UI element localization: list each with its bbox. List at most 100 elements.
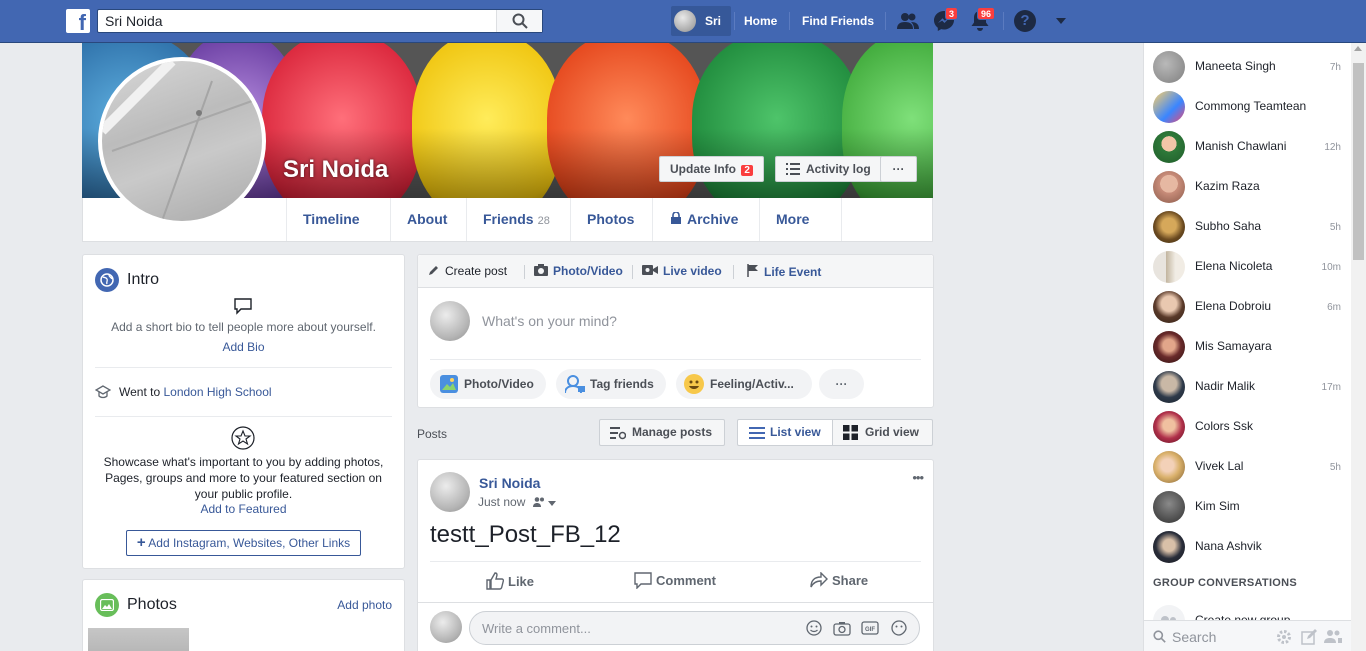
comment-placeholder: Write a comment... (482, 621, 591, 636)
graduation-cap-icon (94, 385, 112, 402)
chat-contact-name: Mis Samayara (1195, 339, 1272, 353)
profile-picture[interactable] (98, 57, 266, 225)
composer-more-button[interactable]: ··· (819, 369, 864, 399)
cover-more-button[interactable]: ··· (880, 156, 917, 182)
add-to-featured-link[interactable]: Add to Featured (83, 502, 404, 516)
nav-profile-link[interactable]: Sri (671, 6, 731, 36)
avatar[interactable] (430, 301, 470, 341)
chat-contact[interactable]: Kim Sim (1144, 487, 1352, 527)
photo-video-pill-label: Photo/Video (464, 377, 534, 391)
comment-input[interactable]: Write a comment... GIF (469, 611, 920, 645)
emoji-icon[interactable] (806, 620, 822, 636)
life-event-tab[interactable]: Life Event (747, 264, 821, 279)
profile-name[interactable]: Sri Noida (283, 156, 388, 184)
plus-icon: + (136, 534, 146, 551)
chat-contact[interactable]: Kazim Raza (1144, 167, 1352, 207)
search-input[interactable] (98, 10, 498, 32)
facebook-logo[interactable]: f (66, 9, 90, 33)
photo-thumbnail[interactable] (88, 628, 189, 651)
tag-friends-pill[interactable]: Tag friends (556, 369, 666, 399)
camera-icon[interactable] (833, 621, 851, 636)
share-button[interactable]: Share (810, 571, 868, 588)
tab-about[interactable]: About (390, 198, 466, 241)
manage-posts-button[interactable]: Manage posts (599, 419, 725, 446)
post-menu-button[interactable]: ••• (912, 470, 924, 485)
went-to-label: Went to (119, 385, 161, 399)
chat-contact[interactable]: Colors Ssk (1144, 407, 1352, 447)
audience-friends-icon[interactable] (532, 497, 557, 507)
school-link[interactable]: London High School (163, 385, 271, 399)
tab-friends[interactable]: Friends 28 (466, 198, 570, 241)
comment-button[interactable]: Comment (634, 572, 716, 590)
post-time[interactable]: Just now (478, 495, 525, 509)
update-info-button[interactable]: Update Info 2 (659, 156, 764, 182)
friends-count: 28 (537, 215, 550, 227)
search-icon (512, 13, 528, 29)
chat-contact[interactable]: Nadir Malik 17m (1144, 367, 1352, 407)
gif-icon[interactable]: GIF (861, 621, 879, 635)
post-author[interactable]: Sri Noida (479, 475, 540, 491)
divider (95, 416, 392, 417)
tab-archive[interactable]: Archive (652, 198, 759, 241)
account-menu-button[interactable] (1048, 8, 1074, 34)
list-view-button[interactable]: List view (737, 419, 833, 446)
tab-photos[interactable]: Photos (570, 198, 652, 241)
create-post-tab[interactable]: Create post (428, 264, 507, 278)
pencil-icon (429, 266, 438, 275)
like-button[interactable]: Like (486, 572, 534, 590)
search-button[interactable] (496, 10, 542, 32)
chat-contact[interactable]: Vivek Lal 5h (1144, 447, 1352, 487)
tab-more[interactable]: More (759, 198, 842, 267)
chat-contact[interactable]: Maneeta Singh 7h (1144, 47, 1352, 87)
smiley-icon (684, 374, 704, 394)
nav-home-link[interactable]: Home (736, 6, 785, 36)
chat-search-input[interactable]: Search (1172, 629, 1216, 645)
photo-video-tab[interactable]: Photo/Video (534, 264, 623, 278)
composer-tabs: Create post Photo/Video Live video Life … (418, 255, 933, 288)
chat-contact-name: Elena Dobroiu (1195, 299, 1272, 313)
chat-contact[interactable]: Nana Ashvik (1144, 527, 1352, 567)
avatar (1153, 451, 1185, 483)
chat-contact[interactable]: Subho Saha 5h (1144, 207, 1352, 247)
live-video-tab[interactable]: Live video (642, 264, 722, 278)
scroll-up-arrow[interactable] (1354, 46, 1362, 51)
chat-contact-name: Kazim Raza (1195, 179, 1260, 193)
grid-view-button[interactable]: Grid view (832, 419, 933, 446)
gear-icon[interactable] (1276, 629, 1292, 645)
add-bio-link[interactable]: Add Bio (83, 340, 404, 354)
intro-title: Intro (127, 271, 160, 288)
tag-friends-pill-label: Tag friends (590, 377, 654, 391)
chat-contact-time: 12h (1324, 142, 1341, 153)
create-post-label: Create post (445, 264, 508, 278)
add-friends-icon[interactable] (1324, 629, 1342, 645)
share-icon (810, 571, 828, 588)
avatar (1153, 171, 1185, 203)
chat-search-bar: Search (1144, 620, 1351, 651)
scroll-thumb[interactable] (1353, 63, 1364, 260)
list-view-icon (749, 427, 765, 439)
notifications-badge: 96 (977, 7, 996, 20)
composer-input[interactable]: What's on your mind? (482, 313, 617, 329)
new-message-icon[interactable] (1301, 629, 1317, 645)
sticker-icon[interactable] (891, 620, 907, 636)
chat-contact[interactable]: Elena Dobroiu 6m (1144, 287, 1352, 327)
chat-contact-name: Nadir Malik (1195, 379, 1256, 393)
chat-contact[interactable]: Elena Nicoleta 10m (1144, 247, 1352, 287)
divider (418, 602, 933, 603)
chat-contact[interactable]: Mis Samayara (1144, 327, 1352, 367)
avatar[interactable] (430, 472, 470, 512)
photo-video-pill[interactable]: Photo/Video (430, 369, 546, 399)
nav-find-friends-link[interactable]: Find Friends (794, 6, 882, 36)
add-links-button[interactable]: + Add Instagram, Websites, Other Links (126, 530, 361, 556)
help-button[interactable]: ? (1012, 8, 1038, 34)
activity-log-button[interactable]: Activity log (775, 156, 882, 182)
feeling-activity-pill[interactable]: Feeling/Activ... (676, 369, 812, 399)
friend-requests-button[interactable] (895, 8, 921, 34)
chat-contact[interactable]: Commong Teamtean (1144, 87, 1352, 127)
chat-contact[interactable]: Manish Chawlani 12h (1144, 127, 1352, 167)
tab-timeline[interactable]: Timeline (286, 198, 390, 267)
featured-text: Showcase what's important to you by addi… (103, 455, 384, 501)
add-photo-link[interactable]: Add photo (337, 598, 392, 612)
scrollbar[interactable] (1351, 43, 1366, 651)
chat-contact-name: Colors Ssk (1195, 419, 1254, 433)
